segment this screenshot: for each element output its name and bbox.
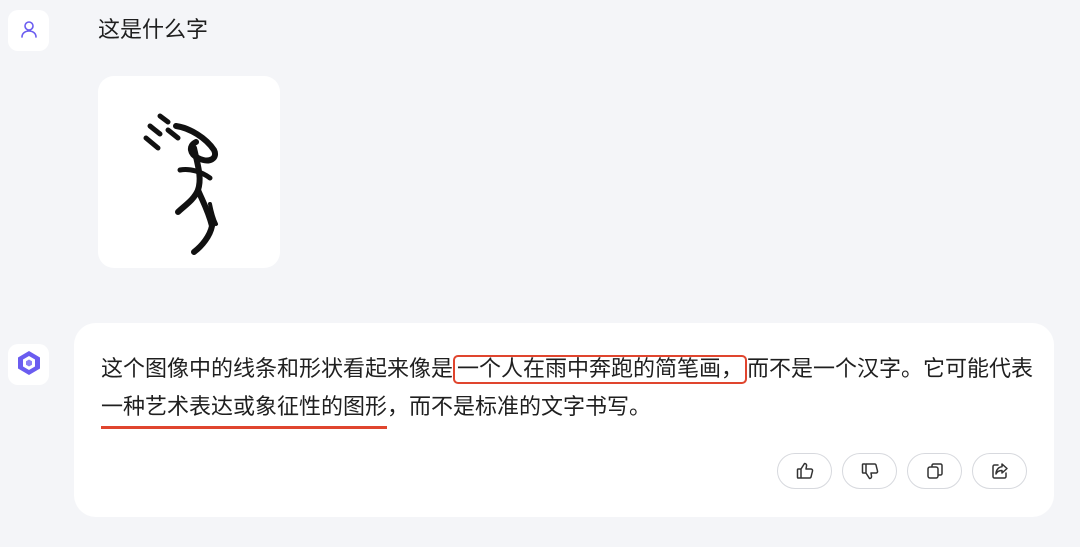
user-question-text: 这是什么字 [98, 18, 209, 43]
thumbs-up-button[interactable] [777, 453, 832, 489]
assistant-avatar [8, 344, 49, 385]
thumbs-down-button[interactable] [842, 453, 897, 489]
uploaded-image[interactable] [98, 76, 280, 268]
answer-text-part: 而不是一个汉字。它可能代表 [747, 357, 1034, 382]
copy-button[interactable] [907, 453, 962, 489]
share-button[interactable] [972, 453, 1027, 489]
thumbs-up-icon [796, 462, 813, 479]
assistant-logo-icon [15, 349, 43, 381]
answer-actions [777, 453, 1027, 489]
assistant-answer-text[interactable]: 这个图像中的线条和形状看起来像是 一个人在雨中奔跑的简笔画， 而不是一个汉字。它可能… [101, 351, 1036, 429]
share-icon [991, 463, 1008, 479]
thumbs-down-icon [861, 463, 878, 480]
copy-icon [926, 463, 943, 479]
user-avatar [8, 10, 49, 51]
ancient-glyph-image [143, 113, 218, 255]
red-box-highlight: 一个人在雨中奔跑的简笔画， [453, 355, 748, 384]
answer-text-part: 这个图像中的线条和形状看起来像是 [101, 357, 454, 382]
user-icon [18, 18, 40, 44]
red-underline-highlight: 一种艺术表达或象征性的图形 [101, 395, 388, 429]
assistant-answer-card: 这个图像中的线条和形状看起来像是 一个人在雨中奔跑的简笔画， 而不是一个汉字。它可能… [74, 323, 1054, 517]
answer-text-part: ，而不是标准的文字书写。 [387, 395, 652, 420]
